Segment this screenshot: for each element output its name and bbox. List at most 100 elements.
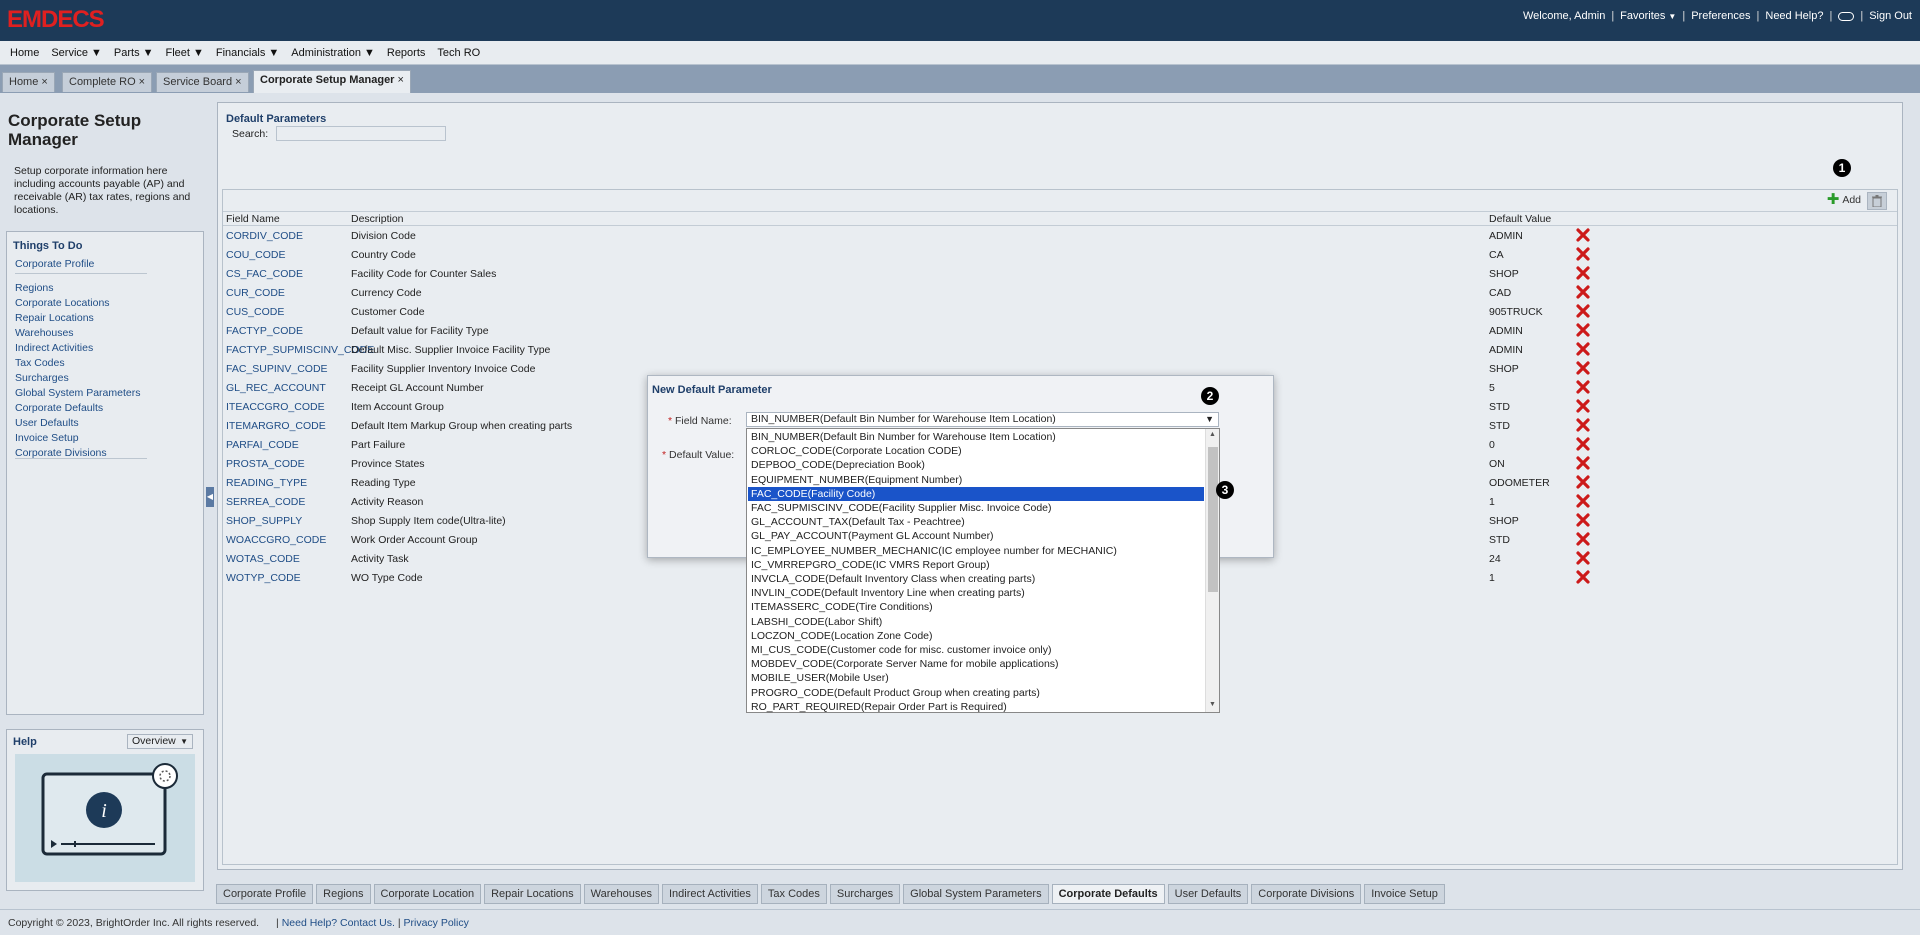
close-icon[interactable]: × (397, 74, 403, 86)
table-row[interactable]: CS_FAC_CODE Facility Code for Counter Sal… (223, 265, 1897, 284)
todo-item[interactable]: Repair Locations (15, 312, 94, 324)
cell-field-name[interactable]: CORDIV_CODE (226, 230, 303, 242)
cell-field-name[interactable]: PROSTA_CODE (226, 458, 305, 470)
delete-icon[interactable] (1576, 532, 1590, 546)
app-logo[interactable]: EMDECS (7, 6, 105, 34)
cell-field-name[interactable]: SHOP_SUPPLY (226, 515, 302, 527)
todo-item[interactable]: Tax Codes (15, 357, 65, 369)
tab-complete-ro[interactable]: Complete RO × (62, 72, 153, 92)
delete-icon[interactable] (1576, 494, 1590, 508)
section-tab[interactable]: Corporate Profile (216, 884, 314, 904)
dropdown-option[interactable]: LOCZON_CODE(Location Zone Code) (748, 629, 1204, 643)
dropdown-option[interactable]: GL_ACCOUNT_TAX(Default Tax - Peachtree) (748, 515, 1204, 529)
tab-home[interactable]: Home × (2, 72, 55, 92)
menu-administration[interactable]: Administration ▼ (291, 47, 375, 59)
collapse-panel-handle[interactable]: ◀ (206, 487, 214, 507)
delete-icon[interactable] (1576, 304, 1590, 318)
field-name-select[interactable]: BIN_NUMBER(Default Bin Number for Wareho… (746, 412, 1219, 427)
dropdown-option[interactable]: IC_VMRREPGRO_CODE(IC VMRS Report Group) (748, 558, 1204, 572)
todo-item[interactable]: Global System Parameters (15, 387, 140, 399)
close-icon[interactable]: × (139, 76, 145, 88)
dropdown-option[interactable]: MOBDEV_CODE(Corporate Server Name for mo… (748, 657, 1204, 671)
dropdown-option[interactable]: BIN_NUMBER(Default Bin Number for Wareho… (748, 430, 1204, 444)
section-tab[interactable]: Corporate Divisions (1251, 884, 1362, 904)
table-row[interactable]: CUR_CODE Currency Code CAD (223, 284, 1897, 303)
dropdown-option[interactable]: MI_CUS_CODE(Customer code for misc. cust… (748, 643, 1204, 657)
close-icon[interactable]: × (41, 76, 47, 88)
dropdown-option[interactable]: EQUIPMENT_NUMBER(Equipment Number) (748, 473, 1204, 487)
todo-item[interactable]: Corporate Locations (15, 297, 110, 309)
dropdown-option[interactable]: ITEMASSERC_CODE(Tire Conditions) (748, 600, 1204, 614)
todo-item[interactable]: Invoice Setup (15, 432, 79, 444)
sign-out-link[interactable]: Sign Out (1869, 10, 1912, 22)
cell-field-name[interactable]: WOTYP_CODE (226, 572, 301, 584)
cell-field-name[interactable]: ITEMARGRO_CODE (226, 420, 326, 432)
trash-button[interactable] (1867, 192, 1887, 210)
dropdown-option[interactable]: FAC_CODE(Facility Code) (748, 486, 1204, 501)
cell-field-name[interactable]: PARFAI_CODE (226, 439, 299, 451)
dropdown-option[interactable]: LABSHI_CODE(Labor Shift) (748, 615, 1204, 629)
contact-link[interactable]: Need Help? Contact Us. (282, 917, 395, 929)
cell-field-name[interactable]: GL_REC_ACCOUNT (226, 382, 326, 394)
chat-icon[interactable] (1838, 11, 1855, 21)
cell-field-name[interactable]: ITEACCGRO_CODE (226, 401, 325, 413)
todo-item[interactable]: Regions (15, 282, 54, 294)
dropdown-option[interactable]: INVCLA_CODE(Default Inventory Class when… (748, 572, 1204, 586)
delete-icon[interactable] (1576, 418, 1590, 432)
todo-item[interactable]: Indirect Activities (15, 342, 93, 354)
menu-parts[interactable]: Parts ▼ (114, 47, 154, 59)
field-name-dropdown-list[interactable]: BIN_NUMBER(Default Bin Number for Wareho… (746, 428, 1220, 713)
section-tab[interactable]: Indirect Activities (661, 884, 758, 904)
delete-icon[interactable] (1576, 437, 1590, 451)
cell-field-name[interactable]: CUS_CODE (226, 306, 284, 318)
cell-field-name[interactable]: READING_TYPE (226, 477, 307, 489)
section-tab[interactable]: Global System Parameters (903, 884, 1049, 904)
todo-item[interactable]: Warehouses (15, 327, 74, 339)
todo-item[interactable]: User Defaults (15, 417, 79, 429)
delete-icon[interactable] (1576, 247, 1590, 261)
delete-icon[interactable] (1576, 570, 1590, 584)
delete-icon[interactable] (1576, 266, 1590, 280)
dropdown-option[interactable]: DEPBOO_CODE(Depreciation Book) (748, 458, 1204, 472)
delete-icon[interactable] (1576, 456, 1590, 470)
column-header-description[interactable]: Description (351, 213, 404, 225)
todo-item[interactable]: Surcharges (15, 372, 69, 384)
menu-fleet[interactable]: Fleet ▼ (166, 47, 204, 59)
dropdown-option[interactable]: IC_EMPLOYEE_NUMBER_MECHANIC(IC employee … (748, 544, 1204, 558)
close-icon[interactable]: × (235, 76, 241, 88)
section-tab[interactable]: User Defaults (1167, 884, 1249, 904)
add-button[interactable]: ✚ Add (1827, 192, 1861, 207)
favorites-menu[interactable]: Favorites ▼ (1620, 10, 1676, 22)
scrollbar-thumb[interactable] (1208, 447, 1218, 592)
delete-icon[interactable] (1576, 399, 1590, 413)
help-link[interactable]: Need Help? (1765, 10, 1823, 22)
todo-corporate-profile[interactable]: Corporate Profile (15, 258, 94, 270)
section-tab[interactable]: Tax Codes (760, 884, 827, 904)
delete-icon[interactable] (1576, 228, 1590, 242)
dropdown-option[interactable]: INVLIN_CODE(Default Inventory Line when … (748, 586, 1204, 600)
section-tab[interactable]: Regions (316, 884, 371, 904)
delete-icon[interactable] (1576, 323, 1590, 337)
delete-icon[interactable] (1576, 380, 1590, 394)
menu-tech-ro[interactable]: Tech RO (437, 47, 480, 59)
section-tab[interactable]: Corporate Defaults (1051, 884, 1165, 904)
menu-financials[interactable]: Financials ▼ (216, 47, 279, 59)
menu-service[interactable]: Service ▼ (51, 47, 102, 59)
dropdown-option[interactable]: CORLOC_CODE(Corporate Location CODE) (748, 444, 1204, 458)
cell-field-name[interactable]: CS_FAC_CODE (226, 268, 303, 280)
delete-icon[interactable] (1576, 361, 1590, 375)
table-row[interactable]: CORDIV_CODE Division Code ADMIN (223, 227, 1897, 246)
section-tab[interactable]: Repair Locations (484, 884, 581, 904)
table-row[interactable]: FACTYP_SUPMISCINV_CODE Default Misc. Supp… (223, 341, 1897, 360)
section-tab[interactable]: Corporate Location (373, 884, 482, 904)
tab-corporate-setup-manager[interactable]: Corporate Setup Manager × (253, 70, 411, 93)
table-row[interactable]: CUS_CODE Customer Code 905TRUCK (223, 303, 1897, 322)
dropdown-option[interactable]: RO_PART_REQUIRED(Repair Order Part is Re… (748, 700, 1204, 714)
preferences-link[interactable]: Preferences (1691, 10, 1750, 22)
dropdown-option[interactable]: FAC_SUPMISCINV_CODE(Facility Supplier Mi… (748, 501, 1204, 515)
cell-field-name[interactable]: SERREA_CODE (226, 496, 305, 508)
menu-home[interactable]: Home (10, 47, 39, 59)
cell-field-name[interactable]: WOTAS_CODE (226, 553, 300, 565)
delete-icon[interactable] (1576, 513, 1590, 527)
search-input[interactable] (276, 126, 446, 141)
